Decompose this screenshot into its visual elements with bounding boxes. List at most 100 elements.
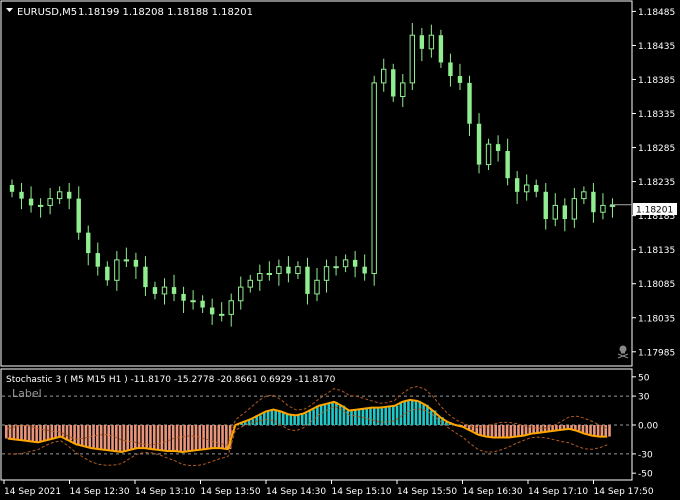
histogram-bar bbox=[122, 425, 126, 452]
candle-body-bull bbox=[523, 184, 530, 193]
candle-body-bear bbox=[505, 150, 510, 179]
candle-body-bull bbox=[276, 266, 282, 275]
histogram-bar bbox=[490, 425, 494, 438]
histogram-bar bbox=[407, 399, 410, 425]
candle-body-bear bbox=[352, 259, 358, 267]
histogram-bar bbox=[494, 425, 497, 438]
histogram-bar bbox=[152, 425, 156, 450]
candle-body-bear bbox=[209, 307, 215, 315]
price-label: 1.18385 bbox=[638, 76, 675, 86]
time-label: 14 Sep 2021 bbox=[4, 487, 61, 497]
histogram-bar bbox=[498, 425, 501, 438]
indicator-label: Label bbox=[12, 387, 42, 400]
histogram-bar bbox=[604, 425, 608, 437]
indicator-level-label: 30 bbox=[638, 393, 650, 403]
histogram-bar bbox=[54, 425, 57, 439]
candle-body-bull bbox=[323, 266, 330, 281]
price-label: 1.17985 bbox=[638, 348, 675, 358]
histogram-bar bbox=[501, 425, 505, 438]
candle-body-bear bbox=[448, 62, 453, 77]
histogram-bar bbox=[84, 425, 88, 447]
time-label: 14 Sep 15:50 bbox=[397, 487, 457, 497]
chart-canvas[interactable]: 1.18485 1.18435 1.18385 1.18335 1.18285 1.182… bbox=[0, 0, 680, 500]
histogram-bar bbox=[289, 414, 293, 425]
histogram-bar bbox=[217, 425, 221, 449]
symbol-label: EURUSD,M5 bbox=[17, 7, 77, 18]
indicator-level-label: 50 bbox=[638, 373, 650, 383]
candle-body-bull bbox=[114, 259, 120, 281]
candle-body-bear bbox=[438, 35, 444, 63]
histogram-bar bbox=[585, 425, 589, 434]
indicator-level-label: -50 bbox=[638, 470, 653, 480]
candle-body-bull bbox=[37, 204, 44, 207]
candle-body-bear bbox=[171, 287, 177, 294]
candle-body-bear bbox=[9, 185, 15, 192]
histogram-bar bbox=[8, 425, 12, 439]
candle-body-bear bbox=[133, 259, 139, 267]
histogram-bar bbox=[16, 425, 19, 440]
histogram-bar bbox=[202, 425, 205, 450]
candle-body-bull bbox=[428, 34, 435, 50]
histogram-bar bbox=[577, 425, 581, 431]
histogram-bar bbox=[156, 425, 160, 451]
histogram-bar bbox=[600, 425, 604, 437]
histogram-bar bbox=[479, 425, 482, 435]
candle-body-bull bbox=[266, 273, 273, 275]
histogram-bar bbox=[168, 425, 171, 452]
histogram-bar bbox=[213, 425, 217, 449]
indicator-axis: 50 30 0.00 -30 -50 bbox=[632, 373, 658, 480]
candle-body-bear bbox=[181, 293, 186, 301]
histogram-bar bbox=[278, 411, 281, 425]
price-label: 1.18235 bbox=[638, 178, 675, 188]
histogram-bar bbox=[164, 425, 167, 452]
candle-body-bull bbox=[257, 273, 263, 281]
indicator-level-label: 0.00 bbox=[638, 422, 658, 432]
histogram-bar bbox=[346, 410, 350, 425]
histogram-bar bbox=[509, 425, 513, 438]
price-axis: 1.18485 1.18435 1.18385 1.18335 1.18285 1.182… bbox=[632, 8, 675, 358]
candle-body-bear bbox=[105, 266, 110, 281]
main-chart-panel[interactable] bbox=[0, 0, 633, 367]
histogram-bar bbox=[99, 425, 103, 450]
histogram-bar bbox=[312, 409, 315, 425]
candle-body-bear bbox=[419, 35, 425, 49]
histogram-bar bbox=[141, 425, 145, 449]
candle-body-bear bbox=[476, 123, 482, 165]
price-label: 1.18085 bbox=[638, 280, 675, 290]
candle-body-bull bbox=[247, 279, 253, 288]
histogram-bar bbox=[297, 415, 300, 425]
histogram-bar bbox=[20, 425, 23, 441]
histogram-bar bbox=[593, 425, 596, 436]
histogram-bar bbox=[46, 425, 50, 441]
candle-body-bull bbox=[371, 82, 377, 274]
histogram-bar bbox=[39, 425, 42, 443]
candle-body-bull bbox=[409, 34, 416, 84]
histogram-bar bbox=[354, 409, 357, 425]
price-label: 1.18435 bbox=[638, 42, 675, 52]
candle-body-bull bbox=[218, 313, 225, 316]
candle-body-bull bbox=[190, 300, 196, 303]
candle-body-bear bbox=[562, 205, 568, 220]
histogram-bar bbox=[327, 403, 331, 425]
candle-body-bear bbox=[143, 266, 148, 288]
time-label: 14 Sep 16:30 bbox=[463, 487, 523, 497]
candle-body-bull bbox=[295, 266, 301, 275]
histogram-bar bbox=[149, 425, 152, 450]
time-label: 14 Sep 17:10 bbox=[528, 487, 588, 497]
candle-body-bull bbox=[571, 198, 578, 220]
histogram-bar bbox=[513, 425, 516, 437]
histogram-bar bbox=[486, 425, 490, 437]
candle-body-bull bbox=[314, 279, 320, 295]
histogram-bar bbox=[331, 401, 334, 425]
candle-body-bull bbox=[381, 68, 387, 84]
histogram-bar bbox=[536, 425, 539, 433]
price-label: 1.18285 bbox=[638, 144, 675, 154]
histogram-bar bbox=[61, 425, 65, 437]
histogram-bar bbox=[190, 425, 194, 452]
time-label: 14 Sep 13:50 bbox=[201, 487, 261, 497]
histogram-bar bbox=[410, 399, 414, 425]
histogram-bar bbox=[270, 409, 274, 425]
histogram-bar bbox=[42, 425, 46, 441]
candle-body-bear bbox=[391, 69, 396, 97]
histogram-bar bbox=[133, 425, 137, 449]
